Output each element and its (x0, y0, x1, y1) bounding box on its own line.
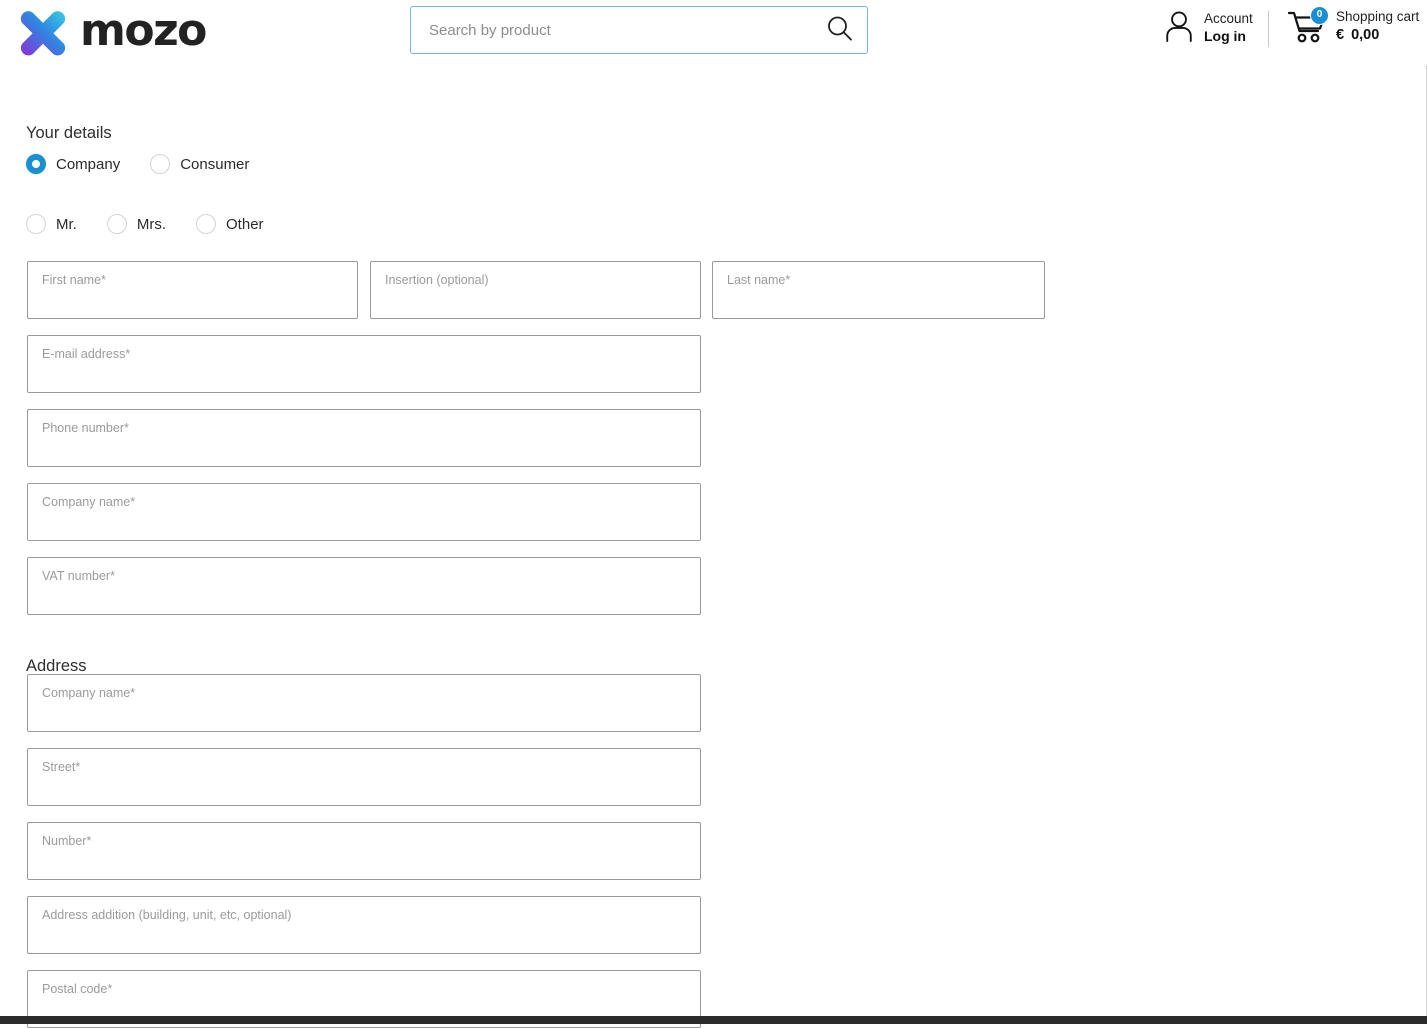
search-input[interactable] (411, 7, 811, 53)
login-link[interactable]: Log in (1204, 28, 1253, 46)
person-icon (1163, 9, 1195, 48)
customer-type-radio-group: Company Consumer (26, 154, 249, 174)
company-name-input[interactable] (28, 484, 700, 540)
account-label: Account (1204, 11, 1253, 27)
last-name-field[interactable]: Last name* (712, 261, 1045, 319)
your-details-heading: Your details (26, 123, 112, 142)
cart-label: Shopping cart (1336, 9, 1420, 24)
viewport-bottom-bar (0, 1016, 1427, 1024)
insertion-field[interactable]: Insertion (optional) (370, 261, 701, 319)
company-name-field[interactable]: Company name* (27, 483, 701, 541)
street-field[interactable]: Street* (27, 748, 701, 806)
radio-other-label: Other (226, 215, 264, 233)
number-field[interactable]: Number* (27, 822, 701, 880)
radio-mrs-circle (106, 214, 127, 234)
radio-other-circle (196, 214, 217, 234)
cart-count-badge: 0 (1310, 5, 1329, 25)
insertion-input[interactable] (371, 262, 700, 318)
radio-consumer-circle (150, 154, 171, 174)
radio-company[interactable]: Company (26, 154, 120, 174)
x-logo-icon (14, 2, 72, 60)
logo-wordmark: mozo (80, 5, 207, 56)
street-input[interactable] (28, 749, 700, 805)
radio-mr[interactable]: Mr. (26, 214, 77, 234)
cart-total: € 0,00 (1336, 26, 1419, 44)
email-field[interactable]: E-mail address* (27, 335, 701, 393)
first-name-field[interactable]: First name* (27, 261, 358, 319)
radio-other[interactable]: Other (196, 214, 264, 234)
logo-home-link[interactable]: mozo (14, 2, 207, 60)
site-header: mozo Account Log in (0, 0, 1427, 66)
header-divider (1268, 11, 1269, 47)
radio-company-circle (26, 154, 46, 174)
address-company-name-input[interactable] (28, 675, 700, 731)
vat-number-input[interactable] (28, 558, 700, 614)
account-menu[interactable]: Account Log in (1163, 9, 1253, 48)
last-name-input[interactable] (713, 262, 1044, 318)
radio-mr-circle (26, 214, 46, 234)
radio-consumer-label: Consumer (180, 155, 250, 173)
address-company-name-field[interactable]: Company name* (27, 674, 701, 732)
address-addition-field[interactable]: Address addition (building, unit, etc, o… (27, 896, 701, 954)
radio-mr-label: Mr. (56, 215, 77, 233)
search-icon[interactable] (823, 13, 857, 47)
cart-currency-symbol: € (1336, 26, 1345, 43)
email-input[interactable] (28, 336, 700, 392)
radio-mrs-label: Mrs. (136, 215, 167, 233)
phone-field[interactable]: Phone number* (27, 409, 701, 467)
first-name-input[interactable] (28, 262, 357, 318)
radio-consumer[interactable]: Consumer (150, 154, 249, 174)
salutation-radio-group: Mr. Mrs. Other (26, 214, 264, 234)
shopping-cart-menu[interactable]: 0 Shopping cart € 0,00 (1287, 5, 1420, 44)
cart-amount: 0,00 (1351, 26, 1380, 43)
search-bar (410, 6, 868, 54)
phone-input[interactable] (28, 410, 700, 466)
vat-number-field[interactable]: VAT number* (27, 557, 701, 615)
radio-mrs[interactable]: Mrs. (106, 214, 167, 234)
address-heading: Address (26, 656, 87, 675)
address-addition-input[interactable] (28, 897, 700, 953)
number-input[interactable] (28, 823, 700, 879)
shopping-cart-icon: 0 (1287, 5, 1329, 44)
radio-company-label: Company (56, 155, 121, 173)
